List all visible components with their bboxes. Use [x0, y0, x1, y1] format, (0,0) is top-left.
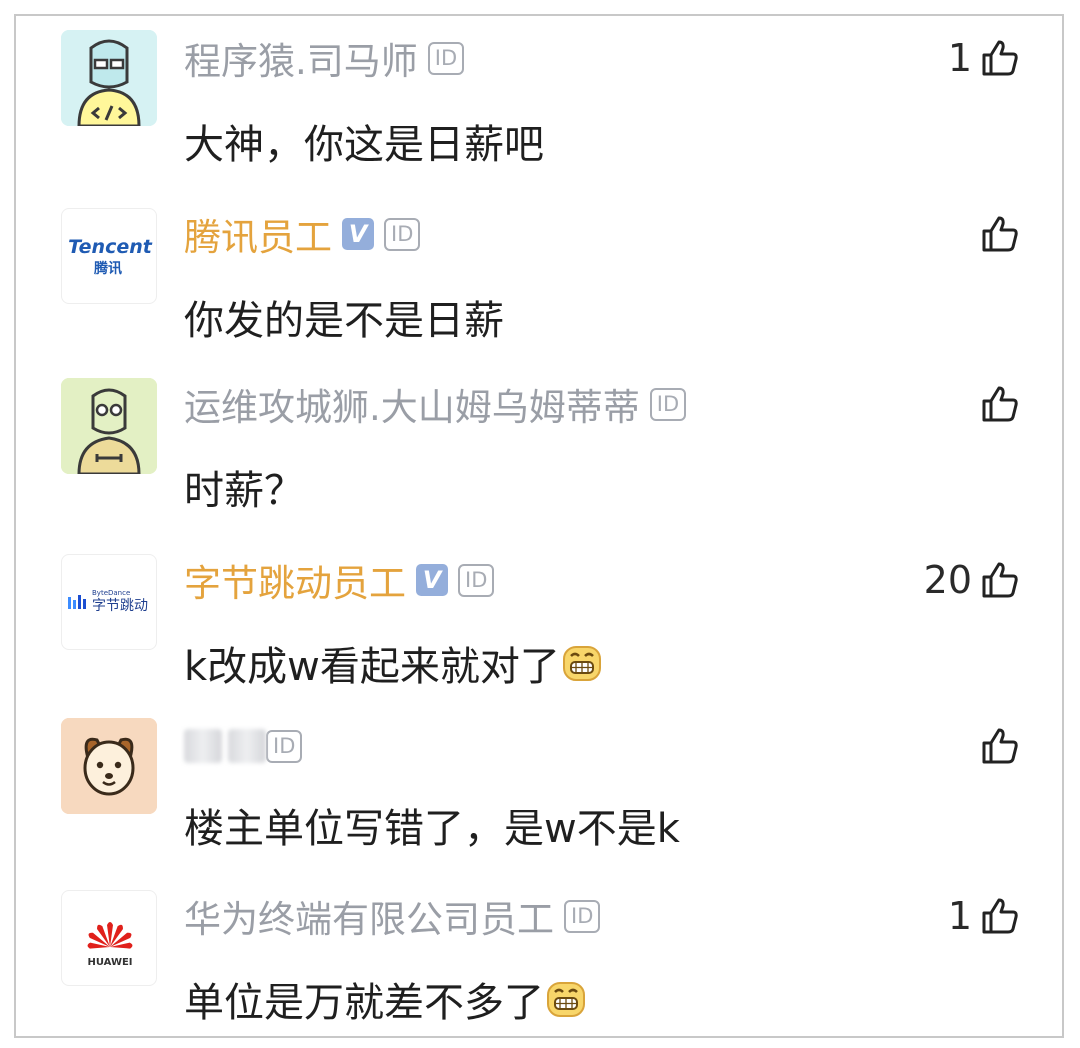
username-blurred[interactable]	[184, 726, 266, 766]
comment-item: 程序猿.司马师 ID 1 大神，你这是日薪吧	[16, 16, 1062, 186]
svg-text:字节跳动: 字节跳动	[92, 598, 148, 614]
grin-emoji-icon	[547, 982, 585, 1017]
verified-badge: V	[342, 218, 374, 250]
bytedance-logo: ByteDance 字节跳动	[68, 589, 148, 614]
svg-text:ByteDance: ByteDance	[92, 589, 130, 597]
username[interactable]: 运维攻城狮.大山姆乌姆蒂蒂	[184, 377, 640, 431]
huawei-logo: HUAWEI	[87, 922, 133, 968]
comment-text: 单位是万就差不多了	[184, 970, 586, 1028]
avatar[interactable]: ByteDance 字节跳动	[61, 554, 157, 650]
programmer-avatar-icon	[61, 30, 157, 126]
id-badge: ID	[564, 899, 601, 933]
comment-item: HUAWEI 华为终端有限公司员工 ID 1 单位是万就差不多了	[16, 874, 1062, 1036]
comment-item: ByteDance 字节跳动 字节跳动员工 V ID 20 k改成w看起来就对了	[16, 538, 1062, 708]
svg-text:Tencent: Tencent	[68, 236, 153, 258]
id-badge: ID	[427, 41, 465, 75]
avatar[interactable]: HUAWEI	[61, 890, 157, 986]
tencent-logo: Tencent 腾讯	[68, 236, 153, 277]
like-button[interactable]: 20	[924, 558, 1020, 602]
id-badge: ID	[649, 387, 687, 421]
like-button[interactable]	[972, 212, 1020, 256]
id-badge: ID	[458, 563, 495, 597]
id-badge: ID	[266, 729, 303, 763]
svg-text:腾讯: 腾讯	[94, 260, 122, 277]
dog-avatar-icon	[61, 718, 157, 814]
like-button[interactable]	[972, 382, 1020, 426]
thumbs-up-icon	[982, 216, 1018, 252]
avatar[interactable]	[61, 378, 157, 474]
like-button[interactable]: 1	[948, 36, 1020, 80]
comment-item: Tencent 腾讯 腾讯员工 V ID 你发的是不是日薪	[16, 192, 1062, 362]
comment-text: 你发的是不是日薪	[184, 298, 504, 344]
thumbs-up-icon	[982, 898, 1018, 934]
avatar[interactable]	[61, 718, 157, 814]
like-count: 20	[923, 558, 972, 602]
ops-engineer-avatar-icon	[61, 378, 157, 474]
grin-emoji-icon	[562, 646, 601, 681]
like-button[interactable]: 1	[948, 894, 1020, 938]
comment-list: 程序猿.司马师 ID 1 大神，你这是日薪吧 Tencent 腾讯 腾讯员工 V…	[14, 14, 1064, 1038]
like-count: 1	[947, 894, 972, 938]
comment-text: 时薪？	[184, 468, 304, 514]
thumbs-up-icon	[982, 40, 1018, 76]
avatar[interactable]: Tencent 腾讯	[61, 208, 157, 304]
thumbs-up-icon	[982, 386, 1018, 422]
username[interactable]: 程序猿.司马师	[184, 31, 418, 85]
like-button[interactable]	[972, 724, 1020, 768]
like-count: 1	[947, 36, 972, 80]
comment-text: 大神，你这是日薪吧	[184, 122, 544, 168]
username[interactable]: 华为终端有限公司员工	[184, 889, 554, 943]
thumbs-up-icon	[982, 562, 1018, 598]
id-badge: ID	[384, 217, 421, 251]
username[interactable]: 腾讯员工	[184, 207, 332, 261]
username[interactable]: 字节跳动员工	[184, 553, 406, 607]
comment-text: 楼主单位写错了，是w不是k	[184, 806, 680, 852]
comment-text: k改成w看起来就对了	[184, 634, 602, 692]
comment-item: 运维攻城狮.大山姆乌姆蒂蒂 ID 时薪？	[16, 362, 1062, 532]
verified-badge: V	[416, 564, 448, 596]
thumbs-up-icon	[982, 728, 1018, 764]
avatar[interactable]	[61, 30, 157, 126]
svg-text:HUAWEI: HUAWEI	[87, 957, 132, 968]
comment-item: ID 楼主单位写错了，是w不是k	[16, 704, 1062, 874]
